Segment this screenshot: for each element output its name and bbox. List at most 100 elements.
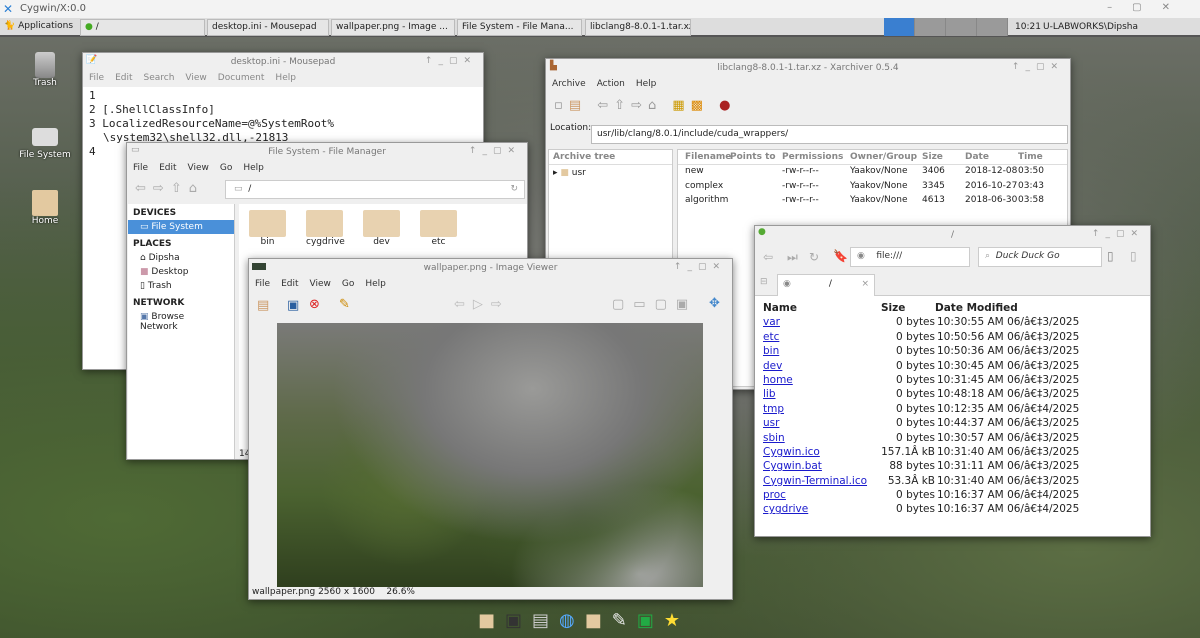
archive-row[interactable]: new -rw-r--r-- Yaakov/None 3406 2018-12-08 03…	[678, 165, 1067, 180]
folder-cygdrive[interactable]: cygdrive	[306, 210, 345, 247]
desktop-icon-file-system[interactable]: File System	[15, 128, 75, 160]
back-icon[interactable]: ⇦	[597, 98, 614, 113]
extract-icon[interactable]: ▩	[691, 98, 709, 113]
file-link[interactable]: Cygwin.bat	[763, 460, 873, 474]
file-link[interactable]: Cygwin.ico	[763, 446, 873, 460]
menu-action[interactable]: Action	[597, 79, 625, 89]
folder-bin[interactable]: bin	[249, 210, 286, 247]
task-xarchiver[interactable]: libclang8-8.0.1-1.tar.xz ...	[585, 19, 691, 36]
window-controls[interactable]: ↑_▢✕	[1012, 62, 1064, 72]
task-mousepad[interactable]: desktop.ini - Mousepad	[207, 19, 329, 36]
file-link[interactable]: proc	[763, 489, 873, 503]
sidebar-item-trash[interactable]: ▯ Trash	[128, 279, 234, 293]
text-editor-icon[interactable]: ✎	[612, 610, 637, 631]
menu-help[interactable]: Help	[365, 279, 386, 289]
new-icon[interactable]: ▫	[554, 98, 569, 113]
menu-help[interactable]: Help	[275, 73, 296, 83]
menu-help[interactable]: Help	[636, 79, 657, 89]
file-link[interactable]: var	[763, 316, 873, 330]
file-link[interactable]: lib	[763, 388, 873, 402]
forward-icon[interactable]: ⇨	[153, 181, 171, 196]
reload-icon[interactable]: ↻	[809, 250, 819, 264]
menu-view[interactable]: View	[185, 73, 206, 83]
column-time[interactable]: Time	[1018, 152, 1043, 162]
file-link[interactable]: sbin	[763, 432, 873, 446]
task-file-manager[interactable]: File System - File Mana...	[457, 19, 582, 36]
menu-file[interactable]: File	[89, 73, 104, 83]
sidebar-item-file-system[interactable]: ▭ File System	[128, 220, 234, 234]
window-controls[interactable]: ↑_▢✕	[469, 146, 521, 156]
desktop-icon-trash[interactable]: Trash	[25, 52, 65, 88]
column-owner[interactable]: Owner/Group	[850, 152, 922, 162]
file-link[interactable]: bin	[763, 345, 873, 359]
file-link[interactable]: usr	[763, 417, 873, 431]
folder-icon[interactable]: ■	[585, 610, 612, 631]
tree-item-usr[interactable]: ▸ ■ usr	[549, 165, 672, 181]
home-icon[interactable]: ⌂	[648, 98, 662, 113]
folder-dev[interactable]: dev	[363, 210, 400, 247]
tab[interactable]: ◉ / ×	[777, 274, 875, 296]
page-menu-icon[interactable]: ▯	[1130, 249, 1137, 263]
home-folder-icon[interactable]: ■	[478, 610, 505, 631]
save-icon[interactable]: ▣	[287, 298, 299, 313]
reload-icon[interactable]: ↻	[510, 184, 518, 194]
location-input[interactable]: usr/lib/clang/8.0.1/include/cuda_wrapper…	[591, 125, 1068, 144]
workspace-1[interactable]	[884, 18, 915, 36]
archive-row[interactable]: complex -rw-r--r-- Yaakov/None 3345 2016-10-…	[678, 180, 1067, 195]
search-input[interactable]: ⌕ Duck Duck Go	[978, 247, 1102, 267]
open-icon[interactable]: ▤	[569, 98, 587, 113]
edit-icon[interactable]: ✎	[339, 297, 350, 312]
menu-help[interactable]: Help	[243, 163, 264, 173]
file-link[interactable]: home	[763, 374, 873, 388]
menu-view[interactable]: View	[310, 279, 331, 289]
column-permissions[interactable]: Permissions	[782, 152, 850, 162]
menu-edit[interactable]: Edit	[159, 163, 176, 173]
window-controls[interactable]: ↑_▢✕	[425, 56, 477, 66]
bookmark-icon[interactable]: 🔖	[833, 249, 848, 263]
window-controls[interactable]: ↑_▢✕	[1092, 229, 1144, 239]
menu-file[interactable]: File	[255, 279, 270, 289]
applications-menu-button[interactable]: 🐈 Applications	[0, 19, 76, 36]
sidebar-item-desktop[interactable]: ■ Desktop	[128, 265, 234, 279]
file-cabinet-icon[interactable]: ▤	[532, 610, 559, 631]
workspace-4[interactable]	[977, 18, 1008, 36]
sidebar-item-dipsha[interactable]: ⌂ Dipsha	[128, 251, 234, 265]
favorites-icon[interactable]: ★	[664, 610, 690, 631]
column-points-to[interactable]: Points to	[730, 152, 782, 162]
menu-edit[interactable]: Edit	[281, 279, 298, 289]
menu-file[interactable]: File	[133, 163, 148, 173]
clock[interactable]: 10:21	[1015, 22, 1041, 32]
file-link[interactable]: etc	[763, 331, 873, 345]
file-link[interactable]: tmp	[763, 403, 873, 417]
forward-icon[interactable]: ⇨	[631, 98, 648, 113]
outer-window-controls[interactable]: –▢✕	[1107, 2, 1190, 13]
archive-row[interactable]: algorithm -rw-r--r-- Yaakov/None 4613 2018-0…	[678, 194, 1067, 209]
fullscreen-icon[interactable]: ✥	[709, 296, 720, 311]
file-link[interactable]: dev	[763, 360, 873, 374]
file-link[interactable]: cygdrive	[763, 503, 873, 517]
home-icon[interactable]: ⌂	[189, 181, 204, 196]
menu-edit[interactable]: Edit	[115, 73, 132, 83]
delete-icon[interactable]: ⊗	[309, 297, 320, 312]
workspace-3[interactable]	[946, 18, 977, 36]
task-browser[interactable]: ● /	[80, 19, 205, 36]
column-filename[interactable]: Filename	[678, 152, 731, 162]
column-date[interactable]: Date	[965, 152, 1018, 162]
menu-view[interactable]: View	[188, 163, 209, 173]
desktop-icon-home[interactable]: Home	[25, 190, 65, 226]
column-size[interactable]: Size	[922, 152, 965, 162]
task-manager-icon[interactable]: ▣	[637, 610, 664, 631]
path-bar[interactable]: ▭ / ↻	[225, 180, 525, 199]
window-controls[interactable]: ↑_▢✕	[674, 262, 726, 272]
menu-archive[interactable]: Archive	[552, 79, 586, 89]
navigation-icons[interactable]: ⇦▷⇨	[454, 297, 510, 312]
up-icon[interactable]: ⇧	[614, 98, 631, 113]
menu-go[interactable]: Go	[220, 163, 232, 173]
tab-list-icon[interactable]: ⊟	[760, 277, 768, 287]
workspace-2[interactable]	[915, 18, 946, 36]
stop-icon[interactable]: ●	[719, 98, 736, 113]
menu-search[interactable]: Search	[144, 73, 175, 83]
skip-forward-icon[interactable]: ⏭	[787, 250, 798, 265]
trash-icon[interactable]: ▯	[1107, 249, 1114, 263]
file-link[interactable]: Cygwin-Terminal.ico	[763, 475, 873, 489]
